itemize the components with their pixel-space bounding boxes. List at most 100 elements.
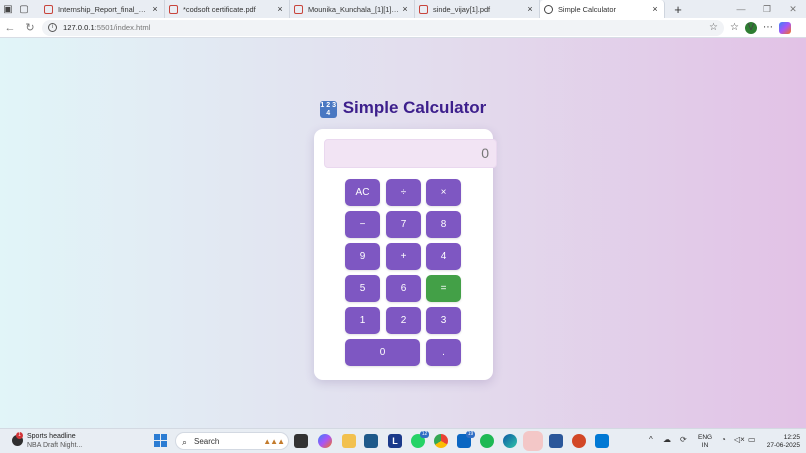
search-icon: ⌕ — [182, 437, 188, 447]
tab-sinde-vijay-pdf[interactable]: sinde_vijay[1].pdf × — [415, 0, 540, 18]
restore-icon[interactable]: ❐ — [754, 0, 780, 18]
tab-internship-report[interactable]: Internship_Report_final_250625_... × — [40, 0, 165, 18]
headline-subtitle: NBA Draft Night... — [27, 442, 83, 449]
favorite-star-icon[interactable]: ☆ — [709, 22, 718, 33]
calculator-display: 0 — [324, 139, 497, 168]
store-icon[interactable] — [364, 434, 378, 448]
globe-icon — [544, 4, 553, 14]
language-indicator[interactable]: ENG IN — [698, 434, 712, 449]
key-equals[interactable]: = — [426, 275, 461, 302]
search-highlight-icon: ▲▲▲ — [263, 437, 285, 446]
news-widget[interactable]: 1 Sports headline NBA Draft Night... — [12, 432, 102, 451]
whatsapp-icon[interactable]: 12 — [411, 431, 429, 448]
key-9[interactable]: 9 — [345, 243, 380, 270]
new-tab-button[interactable]: + — [669, 2, 687, 17]
profile-avatar[interactable]: V — [744, 21, 757, 34]
headline-title: Sports headline — [27, 433, 76, 440]
pdf-icon — [419, 4, 428, 14]
notification-badge: 1 — [16, 432, 23, 439]
key-add[interactable]: + — [386, 243, 421, 270]
toolbar-right-buttons: ☆ V ⋯ — [730, 21, 791, 34]
l-app-icon[interactable]: L — [388, 434, 402, 448]
key-8[interactable]: 8 — [426, 211, 461, 238]
more-menu-icon[interactable]: ⋯ — [763, 22, 773, 33]
key-subtract[interactable]: − — [345, 211, 380, 238]
favorites-icon[interactable]: ☆ — [730, 22, 739, 33]
spotify-icon[interactable] — [480, 434, 494, 448]
tab-title: *codsoft certificate.pdf — [183, 4, 256, 14]
taskbar-search[interactable]: ⌕ Search ▲▲▲ — [175, 432, 289, 450]
minimize-icon[interactable]: — — [728, 0, 754, 18]
page-title-text: Simple Calculator — [342, 98, 487, 117]
pdf-icon — [294, 4, 303, 14]
key-3[interactable]: 3 — [426, 307, 461, 334]
pdf-icon — [44, 4, 53, 14]
tab-title: sinde_vijay[1].pdf — [433, 4, 491, 14]
tab-simple-calculator[interactable]: Simple Calculator × — [540, 0, 665, 18]
close-tab-icon[interactable]: × — [650, 4, 660, 14]
address-bar[interactable]: i 127.0.0.1:5501/index.html ☆ — [42, 19, 724, 36]
linkedin-badge: 19 — [466, 431, 475, 438]
file-explorer-icon[interactable] — [342, 434, 356, 448]
tab-list: Internship_Report_final_250625_... × *co… — [40, 0, 687, 18]
copilot-icon[interactable] — [778, 21, 791, 34]
close-window-icon[interactable]: ✕ — [780, 0, 806, 18]
search-placeholder: Search — [194, 437, 220, 446]
key-4[interactable]: 4 — [426, 243, 461, 270]
url-text: 127.0.0.1:5501/index.html — [63, 23, 709, 32]
vscode-icon[interactable] — [595, 434, 609, 448]
clock[interactable]: 12:25 27-06-2025 — [760, 434, 800, 449]
reload-icon[interactable]: ↻ — [20, 18, 40, 38]
tab-codsoft-certificate[interactable]: *codsoft certificate.pdf × — [165, 0, 290, 18]
key-clear[interactable]: AC — [345, 179, 380, 206]
back-arrow-icon[interactable]: ← — [0, 18, 20, 38]
url-host: 127.0.0.1 — [63, 23, 95, 32]
numbers-emoji-icon: 1 2 3 4 — [319, 101, 337, 118]
close-tab-icon[interactable]: × — [400, 4, 410, 14]
volume-muted-icon[interactable]: ◁× — [734, 435, 745, 444]
key-1[interactable]: 1 — [345, 307, 380, 334]
key-0[interactable]: 0 — [345, 339, 420, 366]
tab-actions-icon[interactable]: ▢ — [16, 1, 32, 17]
close-tab-icon[interactable]: × — [275, 4, 285, 14]
chrome-icon[interactable] — [434, 434, 448, 448]
battery-icon[interactable]: ▭ — [748, 435, 756, 444]
key-2[interactable]: 2 — [386, 307, 421, 334]
region-code: IN — [701, 441, 709, 449]
wifi-icon[interactable]: ◔ — [721, 435, 726, 444]
key-5[interactable]: 5 — [345, 275, 380, 302]
browser-tab-strip: ▣ ▢ Internship_Report_final_250625_... ×… — [0, 0, 806, 18]
windows-start-icon[interactable] — [154, 434, 167, 447]
calculator-card: 0 AC ÷ × − 7 8 9 + 4 5 6 = 1 2 3 0 . — [314, 129, 497, 380]
copilot-app-icon[interactable] — [318, 434, 332, 448]
clock-date: 27-06-2025 — [766, 441, 800, 449]
snipping-tool-icon[interactable] — [526, 434, 540, 448]
word-icon[interactable] — [549, 434, 563, 448]
key-decimal[interactable]: . — [426, 339, 461, 366]
task-view-icon[interactable] — [294, 434, 308, 448]
tab-mounika-pdf[interactable]: Mounika_Kunchala_[1][1].pdf × — [290, 0, 415, 18]
workspaces-icon[interactable]: ▣ — [0, 1, 16, 17]
sync-icon[interactable]: ⟳ — [680, 435, 687, 444]
onedrive-icon[interactable]: ☁ — [663, 435, 671, 444]
key-divide[interactable]: ÷ — [386, 179, 421, 206]
site-info-icon[interactable]: i — [48, 23, 57, 32]
close-tab-icon[interactable]: × — [150, 4, 160, 14]
tab-title: Simple Calculator — [558, 4, 616, 14]
language-code: ENG — [698, 434, 713, 441]
edge-icon[interactable] — [503, 434, 517, 448]
tab-title: Internship_Report_final_250625_... — [58, 4, 150, 14]
browser-toolbar: ← ↻ i 127.0.0.1:5501/index.html ☆ ☆ V ⋯ — [0, 18, 806, 38]
linkedin-icon[interactable]: 19 — [457, 431, 475, 448]
page-viewport: 1 2 3 4 Simple Calculator 0 AC ÷ × − 7 8 … — [0, 38, 806, 428]
key-7[interactable]: 7 — [386, 211, 421, 238]
window-controls: — ❐ ✕ — [728, 0, 806, 18]
show-hidden-icons-chevron[interactable]: ^ — [649, 435, 653, 444]
key-6[interactable]: 6 — [386, 275, 421, 302]
powerpoint-icon[interactable] — [572, 434, 586, 448]
key-multiply[interactable]: × — [426, 179, 461, 206]
taskbar: 1 Sports headline NBA Draft Night... ⌕ S… — [0, 428, 806, 453]
clock-time: 12:25 — [783, 434, 800, 441]
url-path: :5501/index.html — [94, 23, 151, 32]
close-tab-icon[interactable]: × — [525, 4, 535, 14]
